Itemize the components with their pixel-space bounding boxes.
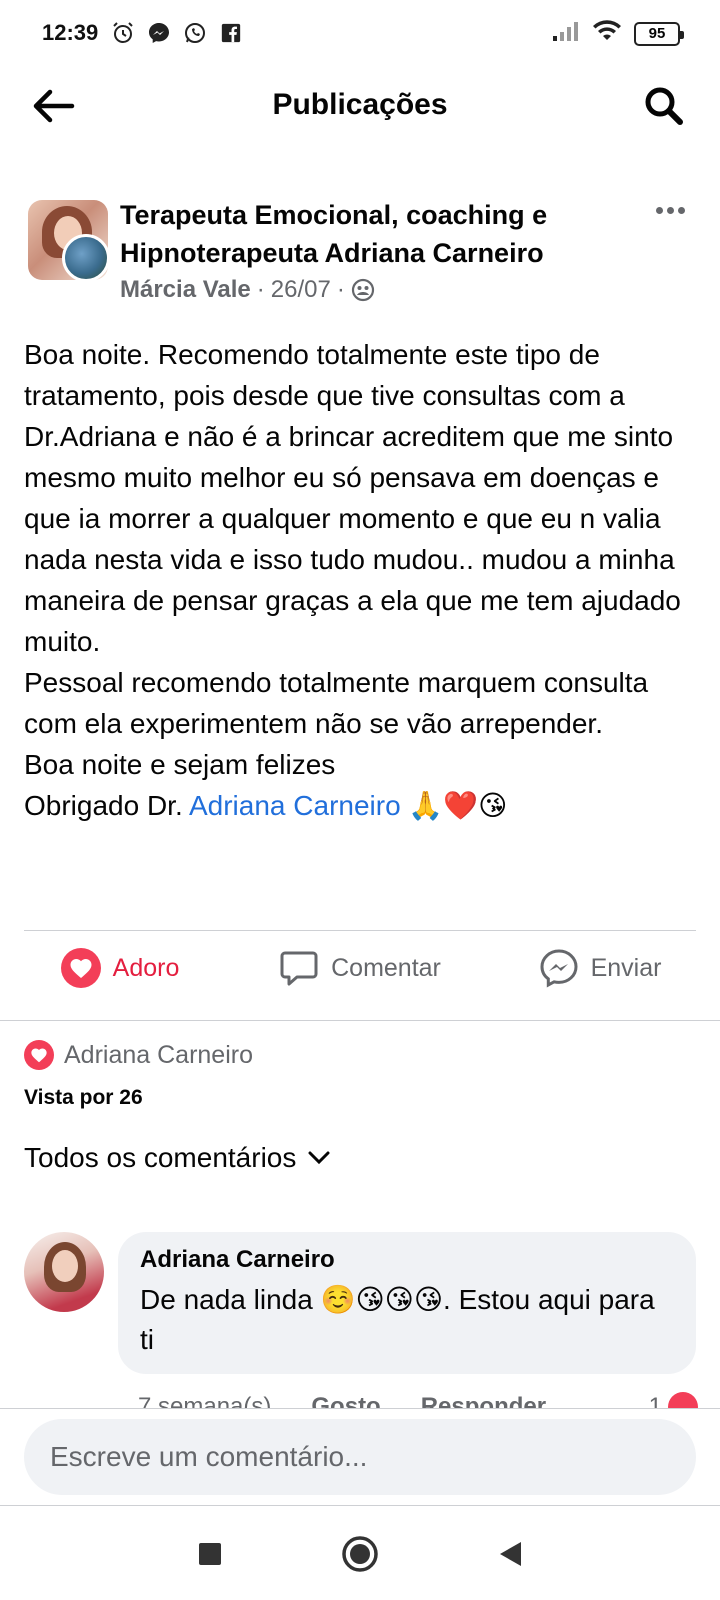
section-divider [0,1020,720,1021]
more-dot-icon [666,206,674,214]
author-avatar[interactable] [62,234,110,282]
send-label: Enviar [590,953,662,982]
post-paragraph: Boa noite. Recomendo totalmente este tip… [24,339,681,657]
triangle-back-icon [500,1542,521,1566]
reactions-summary[interactable]: Adriana Carneiro [24,1040,253,1070]
page-title: Publicações [272,88,448,121]
signal-icon [552,20,580,47]
group-audience-icon [351,278,374,302]
back-nav-button[interactable] [490,1534,530,1574]
messenger-icon [146,20,172,46]
closing-text: Obrigado Dr. [24,790,189,821]
more-options-button[interactable] [650,196,690,224]
circle-icon [342,1536,378,1572]
post-author[interactable]: Márcia Vale [120,276,251,304]
mention-link[interactable]: Adriana Carneiro [189,790,401,821]
chevron-down-icon [308,1151,330,1165]
closing-emojis: 🙏❤️😘 [400,790,508,821]
post-meta: Márcia Vale · 26/07 · [120,276,375,304]
comment-input[interactable] [24,1419,696,1495]
post-header: Terapeuta Emocional, coaching e Hipnoter… [0,196,720,316]
comment-button[interactable]: Comentar [240,930,480,1006]
comment-composer [0,1408,720,1506]
post-date[interactable]: 26/07 [271,276,331,304]
post-paragraph: Pessoal recomendo totalmente marquem con… [24,667,649,739]
facebook-icon [218,20,244,46]
seen-by[interactable]: Vista por 26 [24,1086,143,1110]
meta-separator: · [256,276,265,303]
messenger-icon [540,949,578,988]
system-nav-bar [0,1506,720,1600]
app-header: Publicações [0,70,720,142]
post-paragraph: Boa noite e sejam felizes [24,749,336,780]
wifi-icon [592,20,622,47]
home-button[interactable] [340,1534,380,1574]
group-name[interactable]: Terapeuta Emocional, coaching e Hipnoter… [120,196,640,272]
comment-bubble[interactable]: Adriana Carneiro De nada linda ☺️😘😘😘. Es… [118,1232,696,1374]
search-button[interactable] [638,82,690,130]
more-dot-icon [655,206,663,214]
status-bar: 12:39 95 [0,0,720,70]
square-icon [199,1543,221,1565]
system-icons: 95 [552,20,684,47]
battery-icon: 95 [634,21,684,46]
love-reaction-icon [24,1040,54,1070]
comments-filter-label: Todos os comentários [24,1142,297,1173]
comment-text: De nada linda ☺️😘😘😘. Estou aqui para ti [140,1284,655,1355]
love-button[interactable]: Adoro [0,930,240,1006]
comment-icon [280,951,318,986]
comment-author-avatar[interactable] [24,1232,104,1312]
search-icon [645,87,683,125]
heart-icon [60,948,101,988]
whatsapp-icon [182,20,208,46]
recents-button[interactable] [190,1534,230,1574]
post-closing: Obrigado Dr. Adriana Carneiro 🙏❤️😘 [24,785,696,826]
reactor-name: Adriana Carneiro [64,1040,253,1069]
comments-filter-dropdown[interactable]: Todos os comentários [24,1142,330,1174]
post-body: Boa noite. Recomendo totalmente este tip… [24,334,696,826]
alarm-icon [110,20,136,46]
comment-author[interactable]: Adriana Carneiro [140,1246,674,1274]
comment-label: Comentar [331,953,441,982]
send-button[interactable]: Enviar [480,930,720,1006]
status-time: 12:39 [42,20,99,45]
more-dot-icon [677,206,685,214]
notification-icons [110,20,244,46]
meta-separator: · [336,276,345,303]
love-label: Adoro [112,953,180,982]
post-actions: Adoro Comentar Enviar [0,930,720,1006]
